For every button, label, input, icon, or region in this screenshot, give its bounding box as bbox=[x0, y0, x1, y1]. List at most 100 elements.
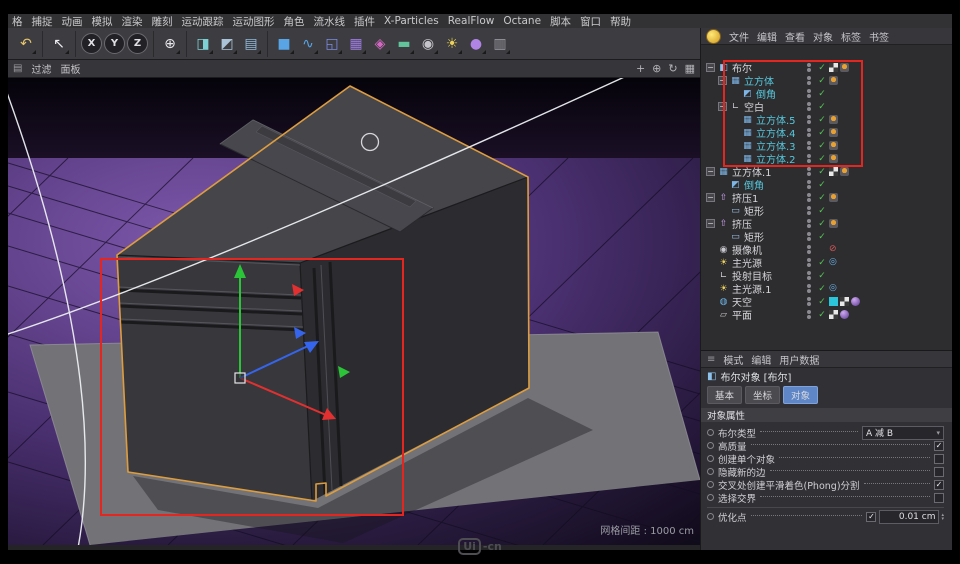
animation-dot[interactable] bbox=[707, 455, 714, 462]
enable-check[interactable]: ✓ bbox=[815, 115, 829, 125]
expand-toggle[interactable]: − bbox=[706, 63, 715, 72]
scene-3d[interactable] bbox=[8, 78, 700, 545]
menu-item[interactable]: 窗口 bbox=[580, 14, 601, 28]
menu-item[interactable]: 渲染 bbox=[122, 14, 143, 28]
expand-toggle[interactable]: − bbox=[706, 193, 715, 202]
light-icon[interactable]: ☀ bbox=[441, 33, 463, 55]
expand-toggle[interactable]: − bbox=[706, 219, 715, 228]
render-view-icon[interactable]: ◨ bbox=[192, 33, 214, 55]
display-icon[interactable]: ▥ bbox=[489, 33, 511, 55]
enable-check[interactable]: ✓ bbox=[815, 102, 829, 112]
enable-check[interactable]: ✓ bbox=[815, 154, 829, 164]
attribute-menu-item[interactable]: 模式 bbox=[723, 352, 743, 367]
expand-toggle[interactable]: − bbox=[706, 167, 715, 176]
visibility-dots[interactable] bbox=[803, 167, 815, 176]
enable-check[interactable]: ✓ bbox=[815, 232, 829, 242]
enable-check[interactable]: ✓ bbox=[815, 193, 829, 203]
phong-tag[interactable] bbox=[829, 219, 838, 228]
material-icon[interactable]: ● bbox=[465, 33, 487, 55]
enable-check[interactable]: ✓ bbox=[815, 206, 829, 216]
visibility-dots[interactable] bbox=[803, 297, 815, 306]
checker-tag[interactable] bbox=[829, 63, 838, 72]
coordinate-system-icon[interactable]: ⊕ bbox=[159, 33, 181, 55]
menu-item[interactable]: 运动跟踪 bbox=[182, 14, 224, 28]
visibility-dots[interactable] bbox=[803, 102, 815, 111]
blocked-tag[interactable]: ⊘ bbox=[829, 245, 837, 254]
menu-item[interactable]: 流水线 bbox=[314, 14, 346, 28]
animation-dot[interactable] bbox=[707, 513, 714, 520]
tab-coordinates[interactable]: 坐标 bbox=[745, 386, 781, 404]
phong-tag[interactable] bbox=[829, 193, 838, 202]
object-manager-menu-item[interactable]: 标签 bbox=[841, 29, 861, 44]
axis-x-button[interactable]: X bbox=[81, 33, 102, 54]
floor-icon[interactable]: ▬ bbox=[393, 33, 415, 55]
pen-icon[interactable]: ∿ bbox=[297, 33, 319, 55]
coordinate-system-icon[interactable] bbox=[706, 28, 721, 44]
render-settings-icon[interactable]: ◩ bbox=[216, 33, 238, 55]
enable-check[interactable]: ✓ bbox=[815, 310, 829, 320]
visibility-dots[interactable] bbox=[803, 193, 815, 202]
enable-check[interactable]: ✓ bbox=[815, 219, 829, 229]
menu-item[interactable]: 动画 bbox=[62, 14, 83, 28]
animation-dot[interactable] bbox=[707, 442, 714, 449]
cube-icon[interactable]: ■ bbox=[273, 33, 295, 55]
optimize-points-field[interactable]: 0.01 cm bbox=[879, 509, 940, 524]
phong-tag[interactable] bbox=[840, 63, 849, 72]
enable-check[interactable]: ✓ bbox=[815, 271, 829, 281]
visibility-dots[interactable] bbox=[803, 310, 815, 319]
attribute-menu-item[interactable]: 用户数据 bbox=[779, 352, 819, 367]
menu-item[interactable]: 雕刻 bbox=[152, 14, 173, 28]
menu-item[interactable]: 运动图形 bbox=[233, 14, 275, 28]
object-manager-menu-item[interactable]: 查看 bbox=[785, 29, 805, 44]
phong-tag[interactable] bbox=[840, 167, 849, 176]
object-manager-menu-item[interactable]: 对象 bbox=[813, 29, 833, 44]
animation-dot[interactable] bbox=[707, 481, 714, 488]
spinner-arrows[interactable]: ▴ ▾ bbox=[941, 512, 944, 521]
visibility-dots[interactable] bbox=[803, 232, 815, 241]
enable-check[interactable]: ✓ bbox=[815, 167, 829, 177]
phong-tag[interactable] bbox=[829, 154, 838, 163]
visibility-dots[interactable] bbox=[803, 63, 815, 72]
live-selection-icon[interactable]: ↖ bbox=[48, 33, 70, 55]
tab-basic[interactable]: 基本 bbox=[707, 386, 743, 404]
boole-type-select[interactable]: A 减 B ▾ bbox=[862, 425, 944, 440]
cyanbox-tag[interactable] bbox=[829, 297, 838, 306]
animation-dot[interactable] bbox=[707, 429, 714, 436]
phong-tag[interactable] bbox=[829, 141, 838, 150]
optimize-points-checkbox[interactable]: ✓ bbox=[866, 511, 877, 522]
object-manager-menu-item[interactable]: 书签 bbox=[869, 29, 889, 44]
enable-check[interactable]: ✓ bbox=[815, 76, 829, 86]
enable-check[interactable]: ✓ bbox=[815, 297, 829, 307]
visibility-dots[interactable] bbox=[803, 115, 815, 124]
menu-item[interactable]: 格 bbox=[12, 14, 23, 28]
visibility-dots[interactable] bbox=[803, 141, 815, 150]
deformer-icon[interactable]: ◈ bbox=[369, 33, 391, 55]
zoom-view-icon[interactable]: ⊕ bbox=[652, 62, 661, 75]
visibility-dots[interactable] bbox=[803, 154, 815, 163]
material-tag[interactable] bbox=[840, 310, 849, 319]
camera-icon[interactable]: ◉ bbox=[417, 33, 439, 55]
phong-tag[interactable] bbox=[829, 128, 838, 137]
axis-z-button[interactable]: Z bbox=[127, 33, 148, 54]
hide-new-edges-checkbox[interactable] bbox=[934, 466, 944, 477]
visibility-dots[interactable] bbox=[803, 180, 815, 189]
visibility-dots[interactable] bbox=[803, 76, 815, 85]
object-manager-menu-item[interactable]: 编辑 bbox=[757, 29, 777, 44]
menu-item[interactable]: 角色 bbox=[284, 14, 305, 28]
phong-tag[interactable] bbox=[829, 115, 838, 124]
object-manager-menu-item[interactable]: 文件 bbox=[729, 29, 749, 44]
visibility-dots[interactable] bbox=[803, 271, 815, 280]
menu-item[interactable]: 帮助 bbox=[610, 14, 631, 28]
phong-break-checkbox[interactable]: ✓ bbox=[934, 479, 944, 490]
object-row[interactable]: ▱ 平面 ✓ bbox=[701, 308, 952, 322]
expand-toggle[interactable]: − bbox=[718, 76, 727, 85]
target-tag[interactable]: ◎ bbox=[829, 258, 837, 267]
enable-check[interactable]: ✓ bbox=[815, 180, 829, 190]
menu-item[interactable]: 插件 bbox=[354, 14, 375, 28]
menu-item[interactable]: 模拟 bbox=[92, 14, 113, 28]
enable-check[interactable]: ✓ bbox=[815, 141, 829, 151]
visibility-dots[interactable] bbox=[803, 245, 815, 254]
visibility-dots[interactable] bbox=[803, 206, 815, 215]
array-icon[interactable]: ▦ bbox=[345, 33, 367, 55]
phong-tag[interactable] bbox=[829, 76, 838, 85]
